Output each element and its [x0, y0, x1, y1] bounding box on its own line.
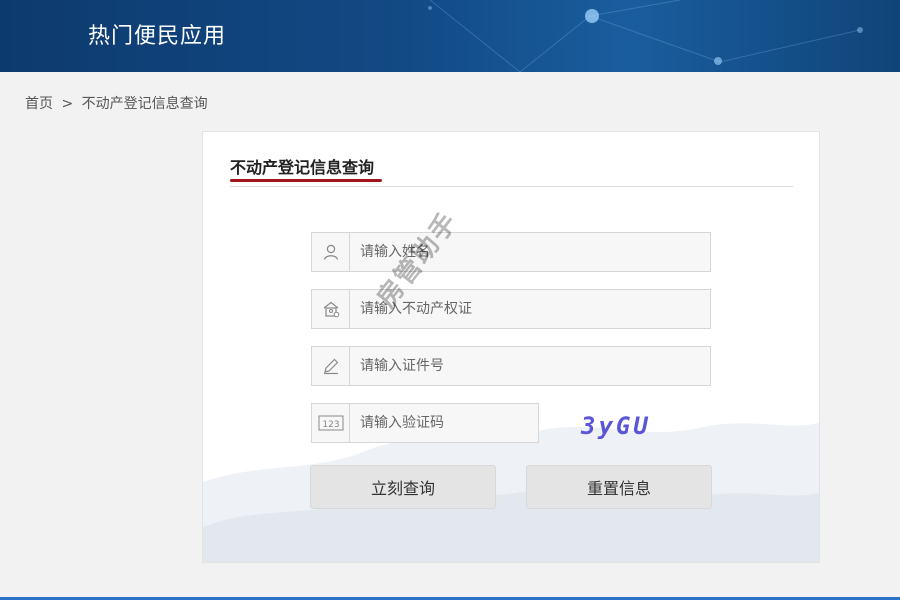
id-field — [311, 346, 711, 386]
id-input[interactable] — [350, 347, 710, 385]
reset-button[interactable]: 重置信息 — [526, 465, 712, 509]
captcha-image[interactable]: 3yGU — [581, 412, 651, 440]
svg-text:123: 123 — [322, 420, 339, 430]
cert-input[interactable] — [350, 290, 710, 328]
title-divider — [230, 186, 793, 187]
header-banner: 热门便民应用 — [0, 0, 900, 72]
header-title: 热门便民应用 — [88, 24, 227, 49]
123-icon: 123 — [312, 404, 350, 442]
query-card: 不动产登记信息查询 123 3yGU 立刻查询 重置信息 — [202, 131, 820, 563]
title-underline — [230, 179, 382, 182]
breadcrumb-current: 不动产登记信息查询 — [81, 96, 208, 112]
breadcrumb-home-link[interactable]: 首页 — [25, 96, 53, 112]
breadcrumb: 首页 > 不动产登记信息查询 — [25, 93, 212, 113]
pencil-icon — [312, 347, 350, 385]
name-field — [311, 232, 711, 272]
cert-field — [311, 289, 711, 329]
card-title: 不动产登记信息查询 — [230, 158, 375, 177]
captcha-field: 123 — [311, 403, 539, 443]
user-icon — [312, 233, 350, 271]
captcha-input[interactable] — [350, 404, 538, 442]
name-input[interactable] — [350, 233, 710, 271]
query-button[interactable]: 立刻查询 — [310, 465, 496, 509]
house-icon — [312, 290, 350, 328]
breadcrumb-separator: > — [61, 96, 74, 112]
